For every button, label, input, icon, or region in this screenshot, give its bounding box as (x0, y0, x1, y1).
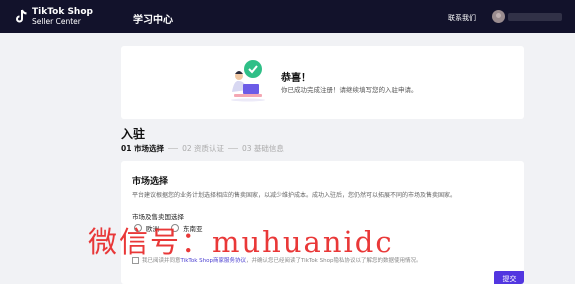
step-qualification[interactable]: 02 资质认证 (182, 143, 224, 154)
nav-learning-center[interactable]: 学习中心 (133, 11, 173, 26)
welcome-subtitle: 你已成功完成注册！请继续填写您的入驻申请。 (281, 86, 418, 94)
tiktok-icon (16, 9, 27, 23)
step-basic-info[interactable]: 03 基础信息 (242, 143, 284, 154)
logo-subtitle: Seller Center (32, 17, 81, 26)
step-divider (228, 148, 238, 149)
success-illustration-icon (231, 60, 265, 102)
step-market-selection[interactable]: 01 市场选择 (121, 143, 164, 154)
step-divider (168, 148, 179, 149)
logo-text: TikTok Shop Seller Center (32, 8, 93, 26)
watermark-text: 微信号：muhuanidc (88, 225, 394, 259)
onboarding-stepper: 01 市场选择 02 资质认证 03 基础信息 (121, 143, 284, 154)
welcome-title: 恭喜！ (281, 73, 311, 84)
tiktok-shop-logo[interactable]: TikTok Shop Seller Center (15, 8, 93, 26)
submit-button[interactable]: 提交 (494, 271, 524, 284)
avatar[interactable] (492, 10, 505, 23)
username-redacted[interactable] (508, 13, 562, 21)
top-nav-bar: TikTok Shop Seller Center 学习中心 联系我们 (0, 0, 575, 33)
logo-title: TikTok Shop (32, 7, 93, 17)
welcome-card: 恭喜！ 你已成功完成注册！请继续填写您的入驻申请。 (121, 46, 524, 119)
contact-us-link[interactable]: 联系我们 (448, 13, 476, 23)
market-card-title: 市场选择 (132, 177, 169, 187)
market-card-description: 平台建议根据您的业务计划选择相应的售卖国家，以减少维护成本。成功入驻后，您仍然可… (132, 192, 457, 199)
page-title: 入驻 (121, 127, 146, 141)
